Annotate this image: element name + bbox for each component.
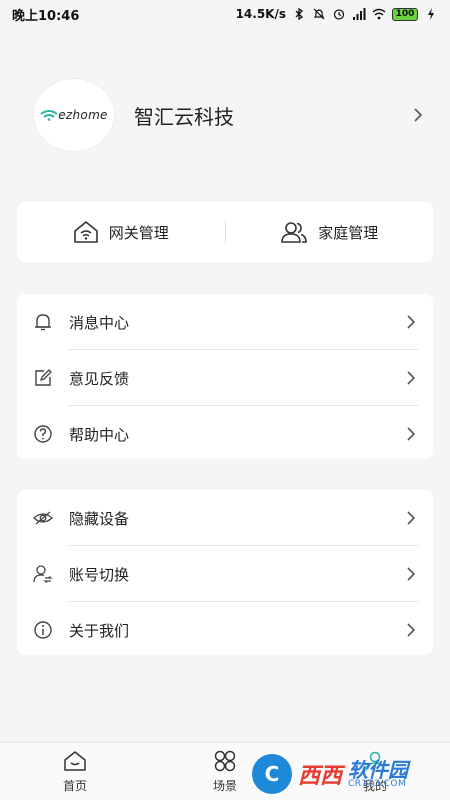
bell-icon bbox=[35, 314, 51, 331]
status-bar: 晚上10:46 14.5K/s 100 bbox=[0, 0, 450, 28]
menu-item-label: 消息中心 bbox=[69, 313, 130, 332]
mute-icon bbox=[313, 8, 325, 20]
chevron-right-icon bbox=[407, 315, 416, 329]
chevron-right-icon bbox=[407, 623, 416, 637]
chevron-right-icon bbox=[407, 511, 416, 525]
status-time: 晚上10:46 bbox=[12, 8, 80, 24]
menu-group-1: 消息中心 意见反馈 帮助中心 bbox=[17, 294, 433, 459]
menu-item-help[interactable]: 帮助中心 bbox=[17, 406, 433, 462]
menu-item-label: 关于我们 bbox=[69, 621, 130, 640]
home-icon bbox=[64, 751, 86, 771]
family-management-label: 家庭管理 bbox=[318, 223, 379, 242]
menu-item-label: 隐藏设备 bbox=[69, 509, 130, 528]
tab-label: 我的 bbox=[362, 779, 387, 793]
chevron-right-icon bbox=[407, 371, 416, 385]
menu-item-label: 账号切换 bbox=[69, 565, 130, 584]
menu-item-switch-account[interactable]: 账号切换 bbox=[17, 546, 433, 602]
tab-label: 首页 bbox=[62, 779, 87, 793]
menu-item-label: 帮助中心 bbox=[69, 425, 130, 444]
menu-item-label: 意见反馈 bbox=[69, 369, 130, 388]
logo-text: ezhome bbox=[58, 108, 108, 122]
tab-profile[interactable]: 我的 bbox=[300, 743, 450, 800]
profile-header[interactable]: ezhome 智汇云科技 bbox=[34, 78, 424, 152]
info-icon bbox=[34, 621, 52, 639]
profile-icon bbox=[365, 751, 385, 772]
family-management-button[interactable]: 家庭管理 bbox=[226, 202, 434, 262]
battery-icon: 100 bbox=[392, 7, 418, 21]
network-speed: 14.5K/s bbox=[235, 7, 286, 21]
gateway-management-button[interactable]: 网关管理 bbox=[17, 202, 225, 262]
charging-icon bbox=[428, 8, 434, 20]
bluetooth-icon bbox=[295, 7, 304, 21]
management-card: 网关管理 家庭管理 bbox=[17, 202, 433, 262]
signal-icon bbox=[353, 8, 366, 20]
account-switch-icon bbox=[33, 565, 53, 583]
scene-icon bbox=[214, 750, 236, 772]
gateway-management-label: 网关管理 bbox=[108, 223, 169, 242]
tab-home[interactable]: 首页 bbox=[0, 743, 150, 800]
question-icon bbox=[34, 425, 52, 443]
tab-label: 场景 bbox=[212, 779, 237, 793]
avatar[interactable]: ezhome bbox=[34, 79, 114, 151]
menu-item-hidden-devices[interactable]: 隐藏设备 bbox=[17, 490, 433, 546]
menu-item-messages[interactable]: 消息中心 bbox=[17, 294, 433, 350]
tab-scene[interactable]: 场景 bbox=[150, 743, 300, 800]
eye-hidden-icon bbox=[33, 511, 53, 525]
wifi-icon bbox=[372, 8, 386, 20]
edit-icon bbox=[35, 369, 52, 386]
chevron-right-icon bbox=[407, 567, 416, 581]
menu-item-about[interactable]: 关于我们 bbox=[17, 602, 433, 658]
wifi-logo-icon bbox=[40, 110, 58, 121]
family-icon bbox=[281, 222, 308, 243]
profile-name: 智汇云科技 bbox=[134, 104, 234, 129]
chevron-right-icon bbox=[407, 427, 416, 441]
chevron-right-icon bbox=[414, 108, 423, 122]
status-icons: 14.5K/s 100 bbox=[236, 7, 438, 21]
alarm-icon bbox=[333, 9, 345, 20]
bottom-tab-bar: 首页 场景 我的 bbox=[0, 742, 450, 800]
menu-item-feedback[interactable]: 意见反馈 bbox=[17, 350, 433, 406]
menu-group-2: 隐藏设备 账号切换 关于我们 bbox=[17, 490, 433, 655]
gateway-home-icon bbox=[73, 221, 98, 243]
